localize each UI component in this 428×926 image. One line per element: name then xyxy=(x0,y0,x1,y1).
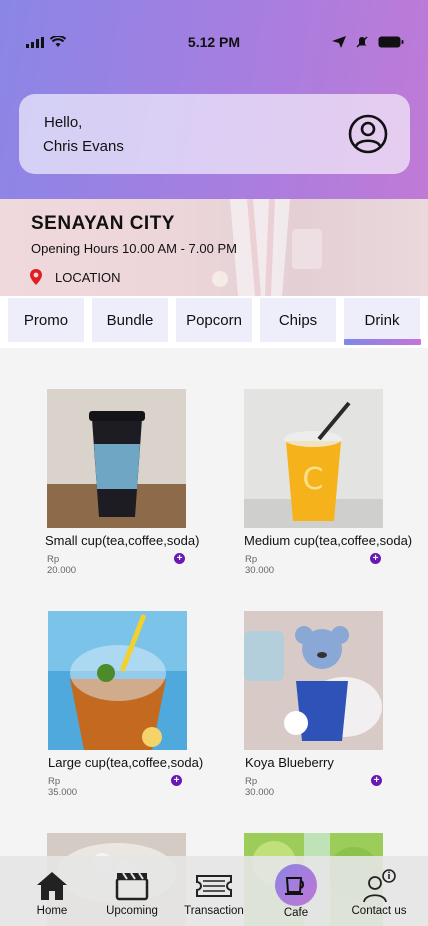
nav-cafe-label: Cafe xyxy=(283,907,309,919)
medium-cup-image: C xyxy=(244,389,383,528)
nav-contact-label: Contact us xyxy=(351,905,407,917)
product-price: Rp 35.000 xyxy=(48,776,78,798)
product-name: Small cup(tea,coffee,soda) xyxy=(45,533,200,548)
nav-home-label: Home xyxy=(36,905,68,917)
location-link[interactable]: LOCATION xyxy=(29,269,121,285)
battery-icon xyxy=(378,36,404,48)
tab-popcorn[interactable]: Popcorn xyxy=(176,298,252,342)
home-icon xyxy=(35,868,69,904)
venue-name: SENAYAN CITY xyxy=(31,213,175,234)
map-pin-icon xyxy=(30,269,42,285)
status-right xyxy=(332,36,404,48)
svg-text:C: C xyxy=(303,462,324,497)
tab-bundle[interactable]: Bundle xyxy=(92,298,168,342)
location-arrow-icon xyxy=(332,36,346,48)
large-cup-image xyxy=(48,611,187,750)
add-to-cart-button[interactable]: + xyxy=(171,775,182,786)
tab-drink[interactable]: Drink xyxy=(344,298,420,342)
product-name: Large cup(tea,coffee,soda) xyxy=(48,755,204,770)
add-to-cart-button[interactable]: + xyxy=(370,553,381,564)
venue-banner: SENAYAN CITY Opening Hours 10.00 AM - 7.… xyxy=(0,199,428,296)
greeting-text: Hello, xyxy=(44,114,83,131)
nav-contact[interactable]: Contact us xyxy=(348,856,410,926)
product-price: Rp 20.000 xyxy=(47,554,77,576)
category-tabs: Promo Bundle Popcorn Chips Drink xyxy=(0,296,428,348)
nav-transaction-label: Transaction xyxy=(184,905,244,917)
small-cup-image xyxy=(47,389,186,528)
nav-home[interactable]: Home xyxy=(26,856,78,926)
status-bar: 5.12 PM xyxy=(0,30,428,56)
nav-upcoming[interactable]: Upcoming xyxy=(102,856,162,926)
nav-transaction[interactable]: Transaction xyxy=(182,856,246,926)
add-to-cart-button[interactable]: + xyxy=(174,553,185,564)
product-name: Koya Blueberry xyxy=(245,755,334,770)
bottom-navigation: Home Upcoming Transaction Cafe Contact u… xyxy=(0,856,428,926)
clapperboard-icon xyxy=(115,868,149,904)
product-name: Medium cup(tea,coffee,soda) xyxy=(244,533,413,548)
tab-promo[interactable]: Promo xyxy=(8,298,84,342)
nav-upcoming-label: Upcoming xyxy=(106,905,158,917)
product-price: Rp 30.000 xyxy=(245,554,275,576)
tab-chips[interactable]: Chips xyxy=(260,298,336,342)
user-name: Chris Evans xyxy=(43,138,124,155)
nav-cafe[interactable]: Cafe xyxy=(273,856,319,926)
opening-hours: Opening Hours 10.00 AM - 7.00 PM xyxy=(31,241,237,256)
product-price: Rp 30.000 xyxy=(245,776,275,798)
ticket-icon xyxy=(195,868,233,904)
profile-icon[interactable] xyxy=(348,114,388,154)
location-label: LOCATION xyxy=(55,269,121,285)
greeting-card: Hello, Chris Evans xyxy=(19,94,410,174)
coffee-cup-icon xyxy=(275,864,317,906)
support-agent-icon xyxy=(361,868,397,904)
add-to-cart-button[interactable]: + xyxy=(371,775,382,786)
header: 5.12 PM Hello, Chris Evans xyxy=(0,0,428,199)
active-tab-indicator xyxy=(344,339,421,345)
bell-muted-icon xyxy=(356,36,368,48)
koya-blueberry-image xyxy=(244,611,383,750)
